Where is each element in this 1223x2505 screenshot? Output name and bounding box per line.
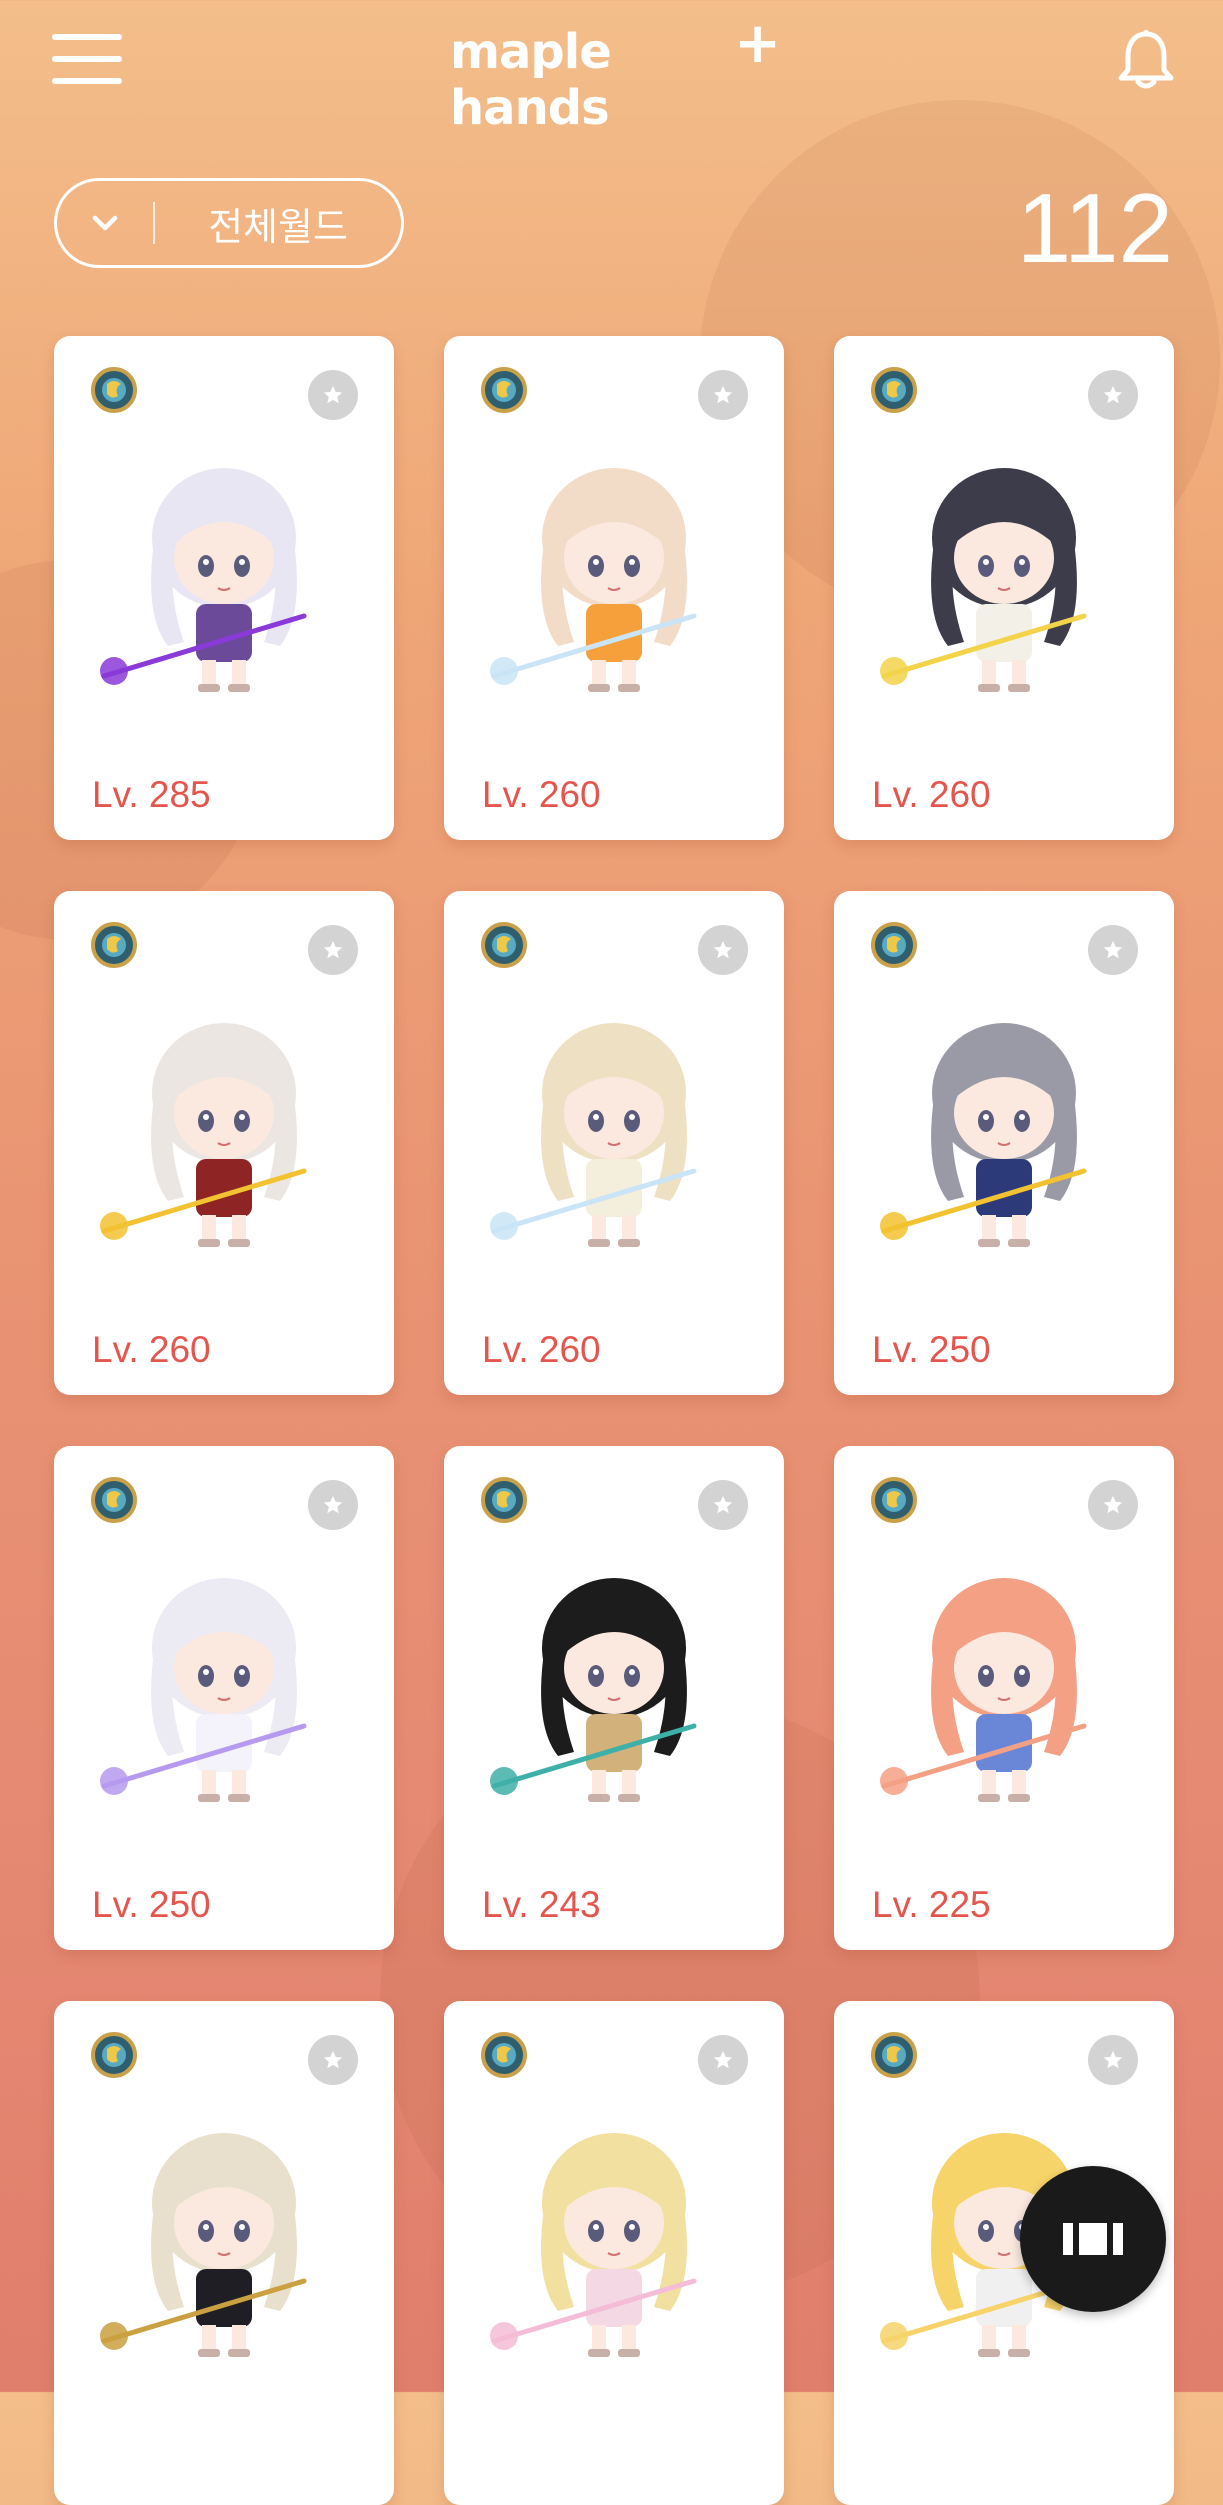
star-icon (323, 2050, 343, 2069)
favorite-button[interactable] (308, 2035, 358, 2085)
favorite-button[interactable] (308, 1480, 358, 1530)
character-level: Lv. 225 (872, 1884, 991, 1925)
logo-text: maple hands (450, 24, 612, 136)
hamburger-menu-icon (52, 78, 122, 84)
view-toggle-button[interactable] (1020, 2166, 1166, 2312)
world-emblem-icon (481, 1477, 527, 1523)
character-level: Lv. 250 (872, 1329, 991, 1370)
character-avatar (100, 1023, 307, 1247)
character-avatar (100, 468, 307, 692)
character-card[interactable]: Lv. 250 (834, 891, 1174, 1395)
world-emblem-icon (871, 1477, 917, 1523)
character-card[interactable]: Lv. 260 (834, 336, 1174, 840)
character-card[interactable] (444, 2001, 784, 2505)
character-level: Lv. 260 (482, 1329, 601, 1370)
world-emblem-icon (91, 1477, 137, 1523)
world-emblem-icon (481, 367, 527, 413)
world-emblem-icon (871, 922, 917, 968)
world-emblem-icon (871, 2032, 917, 2078)
world-filter-dropdown[interactable]: 전체월드 (54, 178, 404, 268)
favorite-button[interactable] (1088, 925, 1138, 975)
favorite-button[interactable] (698, 370, 748, 420)
world-emblem-icon (91, 922, 137, 968)
character-avatar (490, 1023, 697, 1247)
hamburger-menu-icon (52, 34, 122, 40)
bell-icon (1118, 30, 1174, 89)
character-card[interactable] (54, 2001, 394, 2505)
star-icon (713, 385, 733, 404)
favorite-button[interactable] (1088, 370, 1138, 420)
character-card[interactable]: Lv. 243 (444, 1446, 784, 1950)
character-avatar (100, 2133, 307, 2357)
star-icon (713, 1495, 733, 1514)
world-filter-label: 전체월드 (208, 204, 348, 249)
character-avatar (880, 1578, 1087, 1802)
character-avatar (490, 1578, 697, 1802)
world-emblem-icon (91, 2032, 137, 2078)
star-icon (1103, 1495, 1123, 1514)
world-emblem-icon (91, 367, 137, 413)
character-card[interactable]: Lv. 260 (54, 891, 394, 1395)
favorite-button[interactable] (308, 925, 358, 975)
notification-button[interactable] (1116, 28, 1176, 92)
app-header: maple hands + (0, 0, 1223, 137)
world-emblem-icon (481, 2032, 527, 2078)
character-card[interactable]: Lv. 225 (834, 1446, 1174, 1950)
character-avatar (880, 468, 1087, 692)
character-card[interactable]: Lv. 260 (444, 891, 784, 1395)
character-count: 112 (1016, 173, 1173, 283)
character-avatar (880, 1023, 1087, 1247)
character-level: Lv. 285 (92, 774, 211, 815)
character-level: Lv. 243 (482, 1884, 601, 1925)
dropdown-toggle[interactable] (57, 181, 153, 265)
star-icon (1103, 2050, 1123, 2069)
character-avatar (490, 2133, 697, 2357)
favorite-button[interactable] (698, 1480, 748, 1530)
character-level: Lv. 250 (92, 1884, 211, 1925)
character-avatar (490, 468, 697, 692)
world-emblem-icon (871, 367, 917, 413)
star-icon (1103, 940, 1123, 959)
star-icon (1103, 385, 1123, 404)
app-logo: maple hands + (450, 11, 781, 137)
hamburger-menu-icon (52, 56, 122, 62)
character-card[interactable]: Lv. 250 (54, 1446, 394, 1950)
character-card[interactable]: Lv. 285 (54, 336, 394, 840)
character-avatar (100, 1578, 307, 1802)
logo-plus: + (734, 11, 781, 76)
favorite-button[interactable] (308, 370, 358, 420)
world-emblem-icon (481, 922, 527, 968)
star-icon (713, 2050, 733, 2069)
favorite-button[interactable] (1088, 2035, 1138, 2085)
star-icon (323, 1495, 343, 1514)
star-icon (323, 940, 343, 959)
star-icon (323, 385, 343, 404)
character-level: Lv. 260 (872, 774, 991, 815)
chevron-down-icon (92, 215, 118, 231)
star-icon (713, 940, 733, 959)
character-card[interactable]: Lv. 260 (444, 336, 784, 840)
favorite-button[interactable] (1088, 1480, 1138, 1530)
menu-button[interactable] (52, 34, 124, 86)
favorite-button[interactable] (698, 2035, 748, 2085)
card-view-icon (1063, 2223, 1123, 2255)
character-level: Lv. 260 (92, 1329, 211, 1370)
favorite-button[interactable] (698, 925, 748, 975)
character-level: Lv. 260 (482, 774, 601, 815)
